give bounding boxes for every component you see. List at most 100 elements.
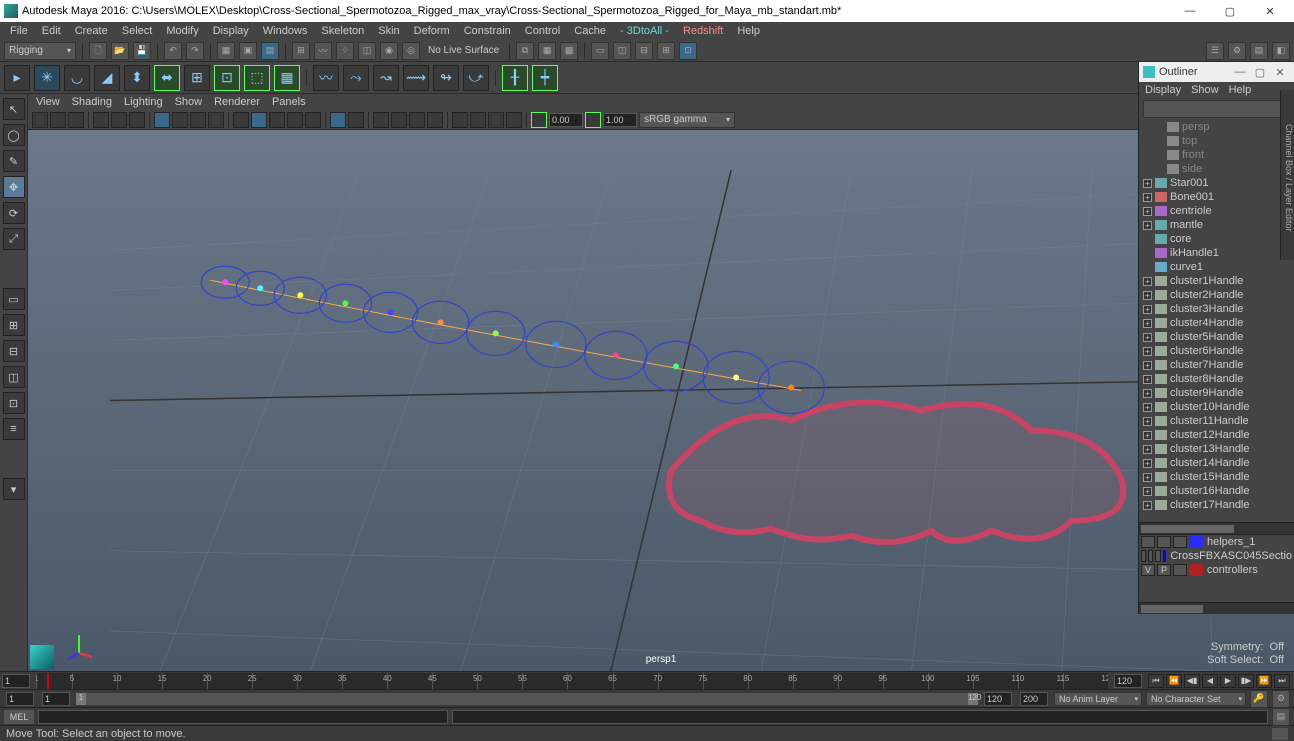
layout-three-icon[interactable]: ⊡ [3, 392, 25, 414]
shelf-icon-9[interactable]: ▦ [274, 65, 300, 91]
play-forward-button[interactable]: ▶ [1220, 674, 1236, 688]
step-back-button[interactable]: ◀▮ [1184, 674, 1200, 688]
open-scene-icon[interactable]: 📂 [111, 42, 129, 60]
expand-toggle[interactable]: + [1143, 361, 1152, 370]
outliner-node-Star001[interactable]: +Star001 [1139, 176, 1294, 190]
layout-custom-icon[interactable]: ▾ [3, 478, 25, 500]
vp-resolution-gate-icon[interactable] [190, 112, 206, 128]
timeline-ruler[interactable]: 1510152025303540455055606570758085909510… [36, 673, 1108, 689]
window-minimize-button[interactable]: — [1170, 1, 1210, 21]
vp-light-all-icon[interactable] [391, 112, 407, 128]
viewport-menu-show[interactable]: Show [175, 96, 203, 108]
character-set-dropdown[interactable]: No Character Set [1146, 692, 1246, 706]
main-menu-display[interactable]: Display [207, 23, 255, 39]
vp-light-selected-icon[interactable] [409, 112, 425, 128]
render-frame-icon[interactable]: ▦ [538, 42, 556, 60]
panel-layout-active-icon[interactable]: ⊡ [679, 42, 697, 60]
vp-xray-icon[interactable] [348, 112, 364, 128]
vp-shaded-icon[interactable] [251, 112, 267, 128]
outliner-maximize-button[interactable]: ▢ [1250, 66, 1270, 79]
layer-row-helpers_1[interactable]: helpers_1 [1139, 535, 1294, 549]
redo-icon[interactable]: ↷ [186, 42, 204, 60]
outliner-minimize-button[interactable]: — [1230, 66, 1250, 78]
help-line-button[interactable] [1272, 728, 1288, 740]
outliner-node-cluster16Handle[interactable]: +cluster16Handle [1139, 484, 1294, 498]
expand-toggle[interactable]: + [1143, 319, 1152, 328]
outliner-node-ikHandle1[interactable]: ikHandle1 [1139, 246, 1294, 260]
outliner-node-cluster1Handle[interactable]: +cluster1Handle [1139, 274, 1294, 288]
vp-2d-pan-icon[interactable] [111, 112, 127, 128]
outliner-node-Bone001[interactable]: +Bone001 [1139, 190, 1294, 204]
outliner-node-side[interactable]: side [1139, 162, 1294, 176]
main-menu-help[interactable]: Help [731, 23, 766, 39]
outliner-node-front[interactable]: front [1139, 148, 1294, 162]
select-mode-object-icon[interactable]: ▣ [239, 42, 257, 60]
viewport-menu-view[interactable]: View [36, 96, 60, 108]
shelf-icon-7[interactable]: ⊡ [214, 65, 240, 91]
snap-grid-icon[interactable]: ⊞ [292, 42, 310, 60]
main-menu-create[interactable]: Create [69, 23, 114, 39]
outliner-node-cluster6Handle[interactable]: +cluster6Handle [1139, 344, 1294, 358]
snap-plane-icon[interactable]: ◫ [358, 42, 376, 60]
vp-gamma-btn-icon[interactable] [585, 112, 601, 128]
view-axis-gizmo[interactable] [64, 631, 94, 661]
vp-gate-mask-icon[interactable] [208, 112, 224, 128]
shelf-icon-17[interactable]: ┿ [532, 65, 558, 91]
shelf-icon-8[interactable]: ⬚ [244, 65, 270, 91]
script-language-toggle[interactable]: MEL [4, 710, 34, 724]
outliner-node-cluster12Handle[interactable]: +cluster12Handle [1139, 428, 1294, 442]
play-back-button[interactable]: ◀ [1202, 674, 1218, 688]
layer-color-swatch[interactable] [1189, 536, 1203, 548]
range-edge-right[interactable]: 120 [968, 693, 978, 705]
expand-toggle[interactable]: + [1143, 207, 1152, 216]
layout-two-v-icon[interactable]: ◫ [3, 366, 25, 388]
rotate-tool-icon[interactable]: ⟳ [3, 202, 25, 224]
layer-v-toggle[interactable] [1141, 536, 1155, 548]
window-close-button[interactable]: ✕ [1250, 1, 1290, 21]
layer-v-toggle[interactable]: V [1141, 564, 1155, 576]
main-menu-control[interactable]: Control [519, 23, 566, 39]
shelf-icon-5[interactable]: ⬌ [154, 65, 180, 91]
main-menu-windows[interactable]: Windows [257, 23, 314, 39]
construction-history-icon[interactable]: ⧉ [516, 42, 534, 60]
toggle-attribute-editor-icon[interactable]: ☰ [1206, 42, 1224, 60]
move-tool-icon[interactable]: ✥ [3, 176, 25, 198]
expand-toggle[interactable]: + [1143, 417, 1152, 426]
vp-exposure-input[interactable] [603, 113, 637, 127]
outliner-node-cluster3Handle[interactable]: +cluster3Handle [1139, 302, 1294, 316]
vp-camera-attributes-icon[interactable] [50, 112, 66, 128]
layer-p-toggle[interactable] [1157, 536, 1171, 548]
main-menu-modify[interactable]: Modify [160, 23, 204, 39]
outliner-close-button[interactable]: ✕ [1270, 66, 1290, 79]
vp-gamma-input[interactable] [549, 113, 583, 127]
outliner-node-cluster11Handle[interactable]: +cluster11Handle [1139, 414, 1294, 428]
command-input[interactable] [38, 710, 448, 724]
playhead[interactable] [47, 673, 49, 689]
ipr-render-icon[interactable]: ▩ [560, 42, 578, 60]
scale-tool-icon[interactable]: ⤢ [3, 228, 25, 250]
outliner-node-curve1[interactable]: curve1 [1139, 260, 1294, 274]
layout-single-icon[interactable]: ▭ [3, 288, 25, 310]
layout-two-h-icon[interactable]: ⊟ [3, 340, 25, 362]
lasso-tool-icon[interactable]: ◯ [3, 124, 25, 146]
vp-dof-icon[interactable] [506, 112, 522, 128]
main-menu-cache[interactable]: Cache [568, 23, 612, 39]
time-current-field-right[interactable] [1114, 674, 1142, 688]
undo-icon[interactable]: ↶ [164, 42, 182, 60]
select-tool-icon[interactable]: ↖ [3, 98, 25, 120]
paint-select-tool-icon[interactable]: ✎ [3, 150, 25, 172]
select-mode-hierarchy-icon[interactable]: ▦ [217, 42, 235, 60]
vp-textured-icon[interactable] [269, 112, 285, 128]
outliner-node-cluster8Handle[interactable]: +cluster8Handle [1139, 372, 1294, 386]
channel-box-tab[interactable]: Channel Box / Layer Editor [1280, 90, 1294, 260]
snap-curve-icon[interactable]: 〰 [314, 42, 332, 60]
outliner-node-cluster13Handle[interactable]: +cluster13Handle [1139, 442, 1294, 456]
expand-toggle[interactable]: + [1143, 291, 1152, 300]
module-selector-dropdown[interactable]: Rigging [4, 42, 76, 60]
outliner-node-cluster5Handle[interactable]: +cluster5Handle [1139, 330, 1294, 344]
vp-select-camera-icon[interactable] [32, 112, 48, 128]
panel-layout-4-icon[interactable]: ⊞ [657, 42, 675, 60]
main-menu-redshift[interactable]: Redshift [677, 23, 729, 39]
main-menu-select[interactable]: Select [116, 23, 159, 39]
vp-motion-blur-icon[interactable] [452, 112, 468, 128]
